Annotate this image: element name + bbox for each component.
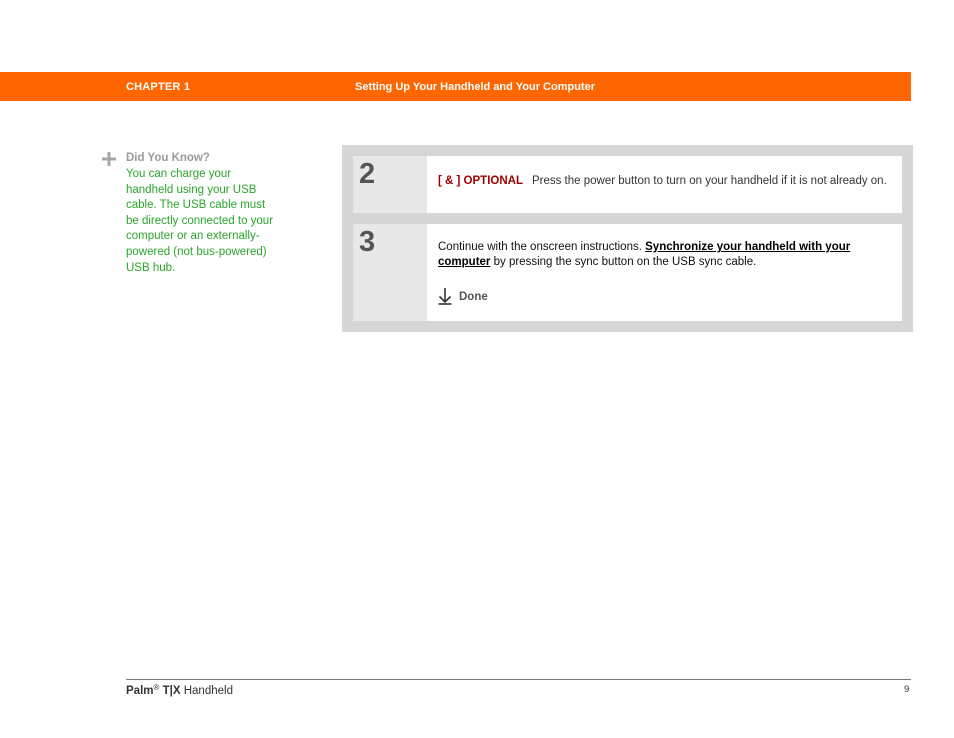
plus-icon bbox=[102, 152, 116, 166]
footer-divider bbox=[126, 679, 911, 680]
step-instruction-start: Continue with the onscreen instructions. bbox=[438, 241, 646, 253]
footer-model: T|X bbox=[162, 685, 181, 697]
footer-product: Palm® T|X Handheld bbox=[126, 683, 233, 697]
registered-mark: ® bbox=[153, 683, 160, 692]
step-number-cell: 3 bbox=[353, 224, 427, 321]
optional-tag: [ & ] OPTIONAL bbox=[438, 175, 523, 187]
step-number: 3 bbox=[359, 226, 376, 258]
step-2: 2 [ & ] OPTIONAL Press the power button t… bbox=[353, 156, 902, 213]
step-instruction-end: by pressing the sync button on the USB s… bbox=[490, 256, 757, 268]
footer-brand: Palm bbox=[126, 685, 154, 697]
chapter-header-bar: CHAPTER 1 Setting Up Your Handheld and Y… bbox=[0, 72, 911, 101]
step-text: [ & ] OPTIONAL Press the power button to … bbox=[438, 174, 893, 189]
footer-product-name: Handheld bbox=[180, 685, 233, 697]
tip-body: You can charge your handheld using your … bbox=[126, 168, 274, 274]
step-instruction: Press the power button to turn on your h… bbox=[531, 175, 887, 187]
steps-panel: 2 [ & ] OPTIONAL Press the power button t… bbox=[342, 145, 913, 332]
step-number-cell: 2 bbox=[353, 156, 427, 213]
chapter-title: Setting Up Your Handheld and Your Comput… bbox=[355, 81, 595, 93]
step-number: 2 bbox=[359, 158, 376, 190]
step-content: [ & ] OPTIONAL Press the power button to … bbox=[427, 156, 902, 213]
tip-heading: Did You Know? bbox=[126, 152, 210, 164]
down-arrow-icon bbox=[438, 288, 452, 305]
page-number: 9 bbox=[904, 684, 910, 695]
chapter-label: CHAPTER 1 bbox=[126, 81, 191, 93]
done-label: Done bbox=[459, 291, 488, 303]
step-content: Continue with the onscreen instructions.… bbox=[427, 224, 902, 321]
step-3: 3 Continue with the onscreen instruction… bbox=[353, 224, 902, 321]
step-text: Continue with the onscreen instructions.… bbox=[438, 240, 893, 270]
